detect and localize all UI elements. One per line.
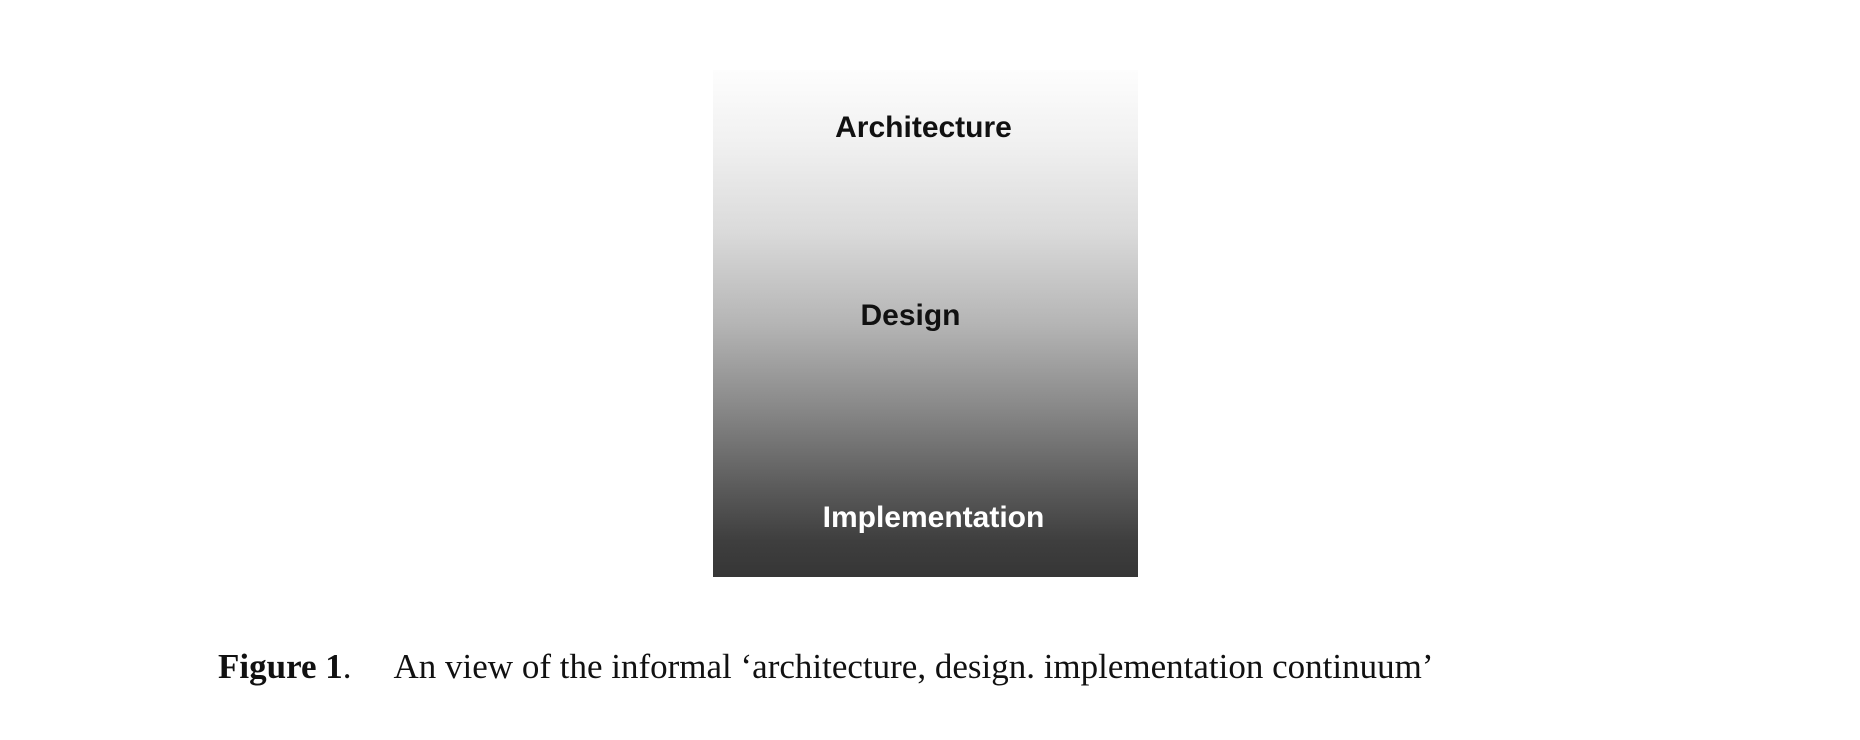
- figure-caption: Figure 1. An view of the informal ‘archit…: [218, 645, 1433, 689]
- figure-caption-label: Figure 1: [218, 647, 343, 686]
- figure-caption-separator: .: [342, 647, 352, 686]
- architecture-label: Architecture: [835, 111, 1012, 144]
- design-label: Design: [860, 299, 961, 332]
- figure-caption-text: An view of the informal ‘architecture, d…: [393, 647, 1434, 686]
- figure: Architecture Design Implementation Figur…: [0, 0, 1860, 740]
- continuum-gradient-box: Architecture Design Implementation: [713, 70, 1138, 577]
- implementation-label: Implementation: [822, 501, 1045, 534]
